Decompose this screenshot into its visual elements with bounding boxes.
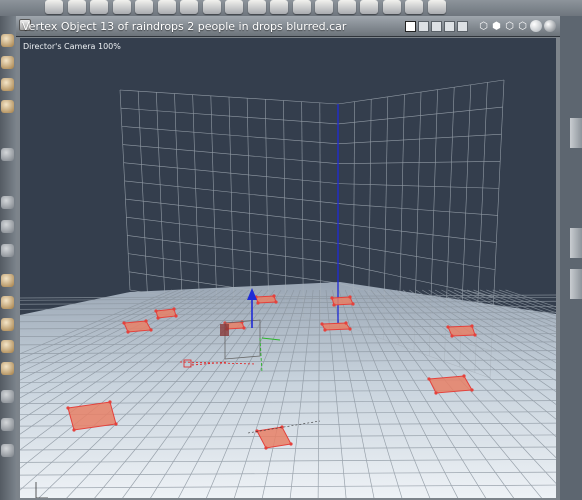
left-toolbar [0,16,16,500]
selected-vertex [450,334,454,338]
selected-vertex [242,326,246,330]
selected-vertex [332,303,336,307]
hand-tool-icon[interactable] [1,220,14,233]
selected-vertex [348,327,352,331]
lit-shading-sphere-icon[interactable] [544,20,556,32]
selected-vertex [470,388,474,392]
wireframe-mode-icon[interactable]: ⬢ [491,21,502,32]
box-mode-icon[interactable]: ⬡ [478,21,489,32]
selected-vertex [272,294,276,298]
magnify-tool-icon[interactable] [1,244,14,257]
zoom-tool-icon[interactable] [382,0,401,14]
camera-label: Director's Camera 100% [23,42,121,51]
pointer-tool-icon[interactable] [1,34,14,47]
selected-vertex-patch [155,308,177,319]
selected-vertex [427,377,431,381]
selected-vertex [344,321,348,325]
selected-vertex [473,333,477,337]
cut-tool-icon[interactable] [112,0,131,14]
document-window: Vertex Object 13 of raindrops 2 people i… [16,16,560,500]
twist-tool-icon[interactable] [1,100,14,113]
top-toolbar [0,0,582,16]
selected-vertex [154,309,158,313]
selected-vertex [156,316,160,320]
panel-tab[interactable] [570,228,582,258]
link-tool-icon[interactable] [1,148,14,161]
select-tool-icon[interactable] [1,390,14,403]
lattice-tool-icon[interactable] [180,0,198,14]
camera-tool-icon[interactable] [1,196,14,209]
gizmo-handle [220,324,229,336]
rotate-tool-icon[interactable] [360,0,378,14]
layout-four-views-button[interactable] [457,20,468,32]
selected-vertex [108,400,112,404]
right-panel-strip [560,16,582,500]
script-tool-icon[interactable] [427,0,446,14]
selected-vertex [289,442,293,446]
selected-vertex [274,300,278,304]
selected-vertex [255,429,259,433]
3d-viewport[interactable]: Director's Camera 100% [20,38,556,498]
clip-tool-icon[interactable] [225,0,243,14]
scale-tool-icon[interactable] [315,0,333,14]
selected-vertex [144,319,148,323]
selected-vertex [470,324,474,328]
wireframe-tool-icon[interactable] [67,0,86,14]
render-tool-icon[interactable] [405,0,423,14]
selected-vertex [114,422,118,426]
layout-three-views-button[interactable] [444,20,455,32]
selected-vertex [320,322,324,326]
hidden-line-mode-icon[interactable]: ⬡ [504,21,515,32]
chain-tool-icon[interactable] [247,0,266,14]
ramp-tool-icon[interactable] [292,0,311,14]
selected-vertex [122,321,126,325]
move-tool-icon[interactable] [337,0,356,14]
selected-vertex [351,302,355,306]
scene-canvas[interactable] [20,38,556,498]
selected-vertex-patch [123,320,152,333]
selected-vertex [280,425,284,429]
orbit-tool-icon[interactable] [1,78,14,91]
selected-vertex [149,328,153,332]
scale-tool-icon[interactable] [1,296,14,309]
rotate-tool-icon[interactable] [1,318,14,331]
layout-single-view-button[interactable] [405,20,416,32]
draw-tool-icon[interactable] [1,444,14,457]
selected-vertex [256,301,260,305]
selected-vertex [323,328,327,332]
selected-vertex [66,406,70,410]
twist-tool-icon[interactable] [270,0,288,14]
view-controls: ⬡ ⬢ ⬡ ⬡ [405,18,556,34]
eye-tool-icon[interactable] [1,418,14,431]
pan-tool-icon[interactable] [1,56,14,69]
sphere-primitive-icon[interactable] [45,0,63,14]
panel-tab[interactable] [570,269,582,299]
selected-vertex [446,325,450,329]
magnet-icon[interactable] [90,0,108,14]
smooth-shading-sphere-icon[interactable] [530,20,542,32]
window-title: Vertex Object 13 of raindrops 2 people i… [22,20,347,33]
bevel-tool-icon[interactable] [202,0,221,14]
taper-tool-icon[interactable] [1,340,14,353]
selected-vertex [172,307,176,311]
translate-tool-icon[interactable] [1,274,14,287]
panel-tab[interactable] [570,118,582,148]
selected-vertex-patch [428,375,473,394]
selected-vertex [126,330,130,334]
selected-vertex [462,374,466,378]
pin-tool-icon[interactable] [157,0,176,14]
selected-vertex [434,391,438,395]
title-bar[interactable]: Vertex Object 13 of raindrops 2 people i… [16,16,560,37]
selected-vertex [72,428,76,432]
box-tool-icon[interactable] [1,362,14,375]
selected-vertex [348,295,352,299]
spline-icon[interactable] [135,0,153,14]
outline-mode-icon[interactable]: ⬡ [517,21,528,32]
layout-two-views-vertical-button[interactable] [431,20,442,32]
selected-vertex [264,446,268,450]
selected-vertex [174,314,178,318]
layout-two-views-horizontal-button[interactable] [418,20,429,32]
selected-vertex [330,296,334,300]
